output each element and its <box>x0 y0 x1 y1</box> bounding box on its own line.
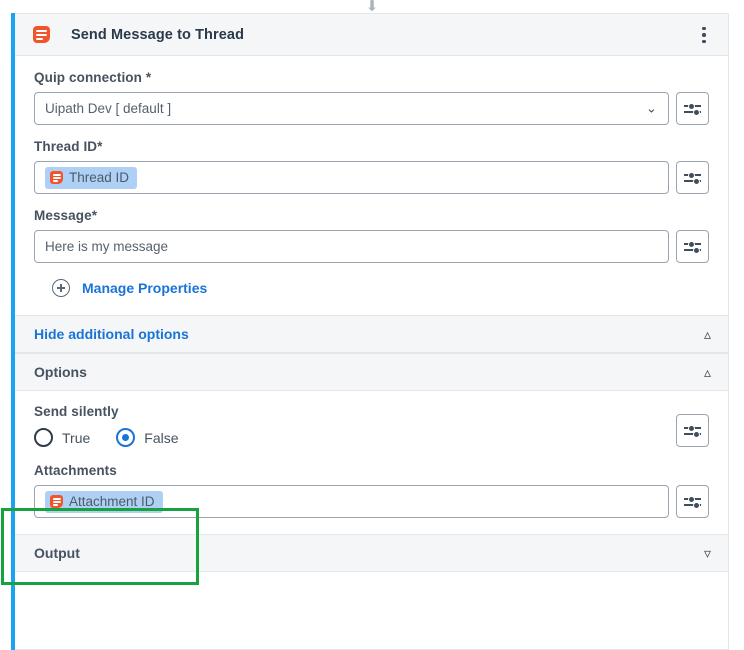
attachment-id-chip-label: Attachment ID <box>69 494 155 509</box>
quip-icon <box>50 171 63 184</box>
field-send-silently: Send silently True False <box>15 404 728 447</box>
manage-properties-link[interactable]: Manage Properties <box>15 279 728 297</box>
thread-id-label: Thread ID* <box>34 139 103 154</box>
send-silently-label: Send silently <box>34 404 119 419</box>
section-options[interactable]: Options ▵ <box>15 353 728 391</box>
kebab-menu-icon[interactable] <box>694 25 714 45</box>
chevron-up-icon: ▵ <box>703 364 711 380</box>
activity-header[interactable]: Send Message to Thread <box>15 14 728 56</box>
quip-connection-config-button[interactable] <box>676 92 709 125</box>
field-attachments: Attachments Attachment ID <box>15 463 728 518</box>
thread-id-input[interactable]: Thread ID <box>34 161 669 194</box>
additional-options-label: Hide additional options <box>34 326 189 342</box>
section-additional-options[interactable]: Hide additional options ▵ <box>15 315 728 353</box>
radio-option-false[interactable]: False <box>116 428 179 447</box>
thread-id-chip[interactable]: Thread ID <box>45 166 138 189</box>
section-output[interactable]: Output ▿ <box>15 534 728 572</box>
radio-label-false: False <box>144 429 179 446</box>
activity-title: Send Message to Thread <box>71 26 245 43</box>
field-thread-id: Thread ID* Thread ID <box>15 139 728 194</box>
attachments-config-button[interactable] <box>676 485 709 518</box>
arrow-down-icon: ⬇ <box>365 0 379 15</box>
field-message: Message* Here is my message <box>15 208 728 263</box>
manage-properties-label: Manage Properties <box>82 280 208 296</box>
activity-card: Send Message to Thread Quip connection *… <box>15 13 729 650</box>
activity-body: Quip connection * Uipath Dev [ default ]… <box>15 70 728 572</box>
message-config-button[interactable] <box>676 230 709 263</box>
quip-icon <box>33 26 50 43</box>
thread-id-config-button[interactable] <box>676 161 709 194</box>
canvas-top-strip: ⬇ <box>0 0 744 15</box>
quip-connection-label: Quip connection * <box>34 70 152 85</box>
attachments-label: Attachments <box>34 463 117 478</box>
radio-circle-false[interactable] <box>116 428 136 447</box>
send-silently-config-button[interactable] <box>676 414 709 447</box>
quip-icon <box>50 495 63 508</box>
options-label: Options <box>34 364 87 380</box>
chevron-down-icon: ▿ <box>703 545 711 561</box>
attachment-id-chip[interactable]: Attachment ID <box>45 490 163 513</box>
message-value: Here is my message <box>45 239 169 254</box>
chevron-up-icon: ▵ <box>703 326 711 342</box>
chevron-down-icon: ⌄ <box>646 99 657 115</box>
quip-connection-select[interactable]: Uipath Dev [ default ] ⌄ <box>34 92 669 125</box>
radio-circle-true[interactable] <box>34 428 53 447</box>
thread-id-chip-label: Thread ID <box>69 170 130 185</box>
output-label: Output <box>34 545 80 561</box>
plus-circle-icon <box>52 279 70 297</box>
quip-connection-value: Uipath Dev [ default ] <box>45 101 172 116</box>
radio-label-true: True <box>62 429 91 446</box>
send-silently-radio-group: True False <box>34 428 179 447</box>
radio-option-true[interactable]: True <box>34 428 90 447</box>
field-quip-connection: Quip connection * Uipath Dev [ default ]… <box>15 70 728 125</box>
attachments-input[interactable]: Attachment ID <box>34 485 669 518</box>
message-input[interactable]: Here is my message <box>34 230 669 263</box>
message-label: Message* <box>34 208 98 223</box>
